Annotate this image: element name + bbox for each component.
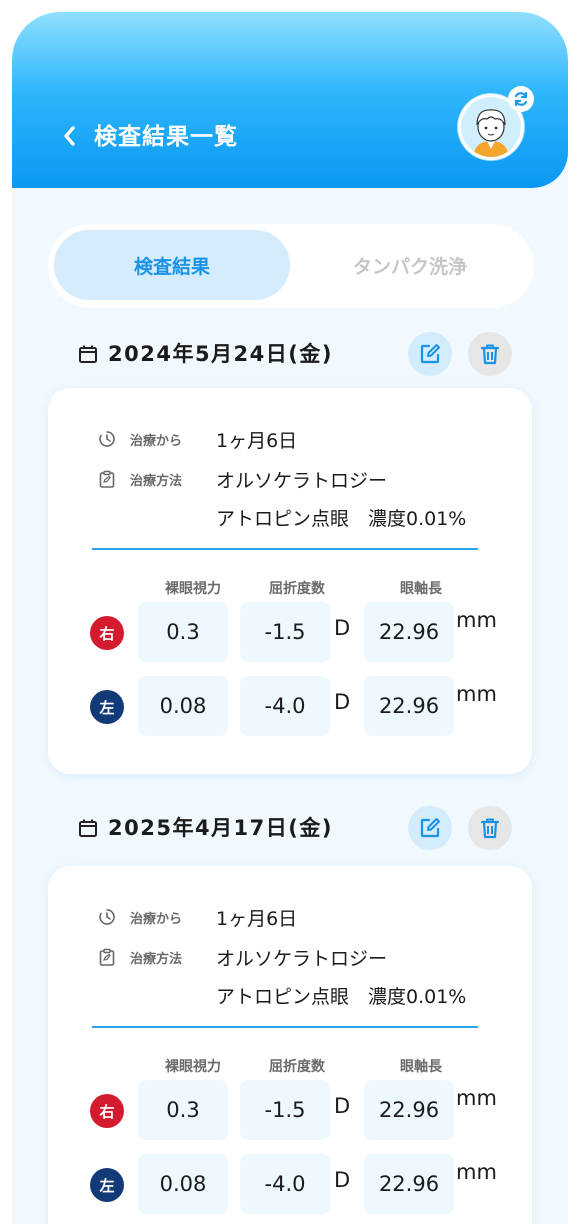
record-date-row: 2024年5月24日(金) [78, 332, 518, 376]
left-eye-badge: 左 [90, 690, 124, 724]
col-refraction: 屈折度数 [269, 581, 325, 597]
record-date: 2025年4月17日(金) [108, 816, 333, 840]
trash-icon [480, 344, 500, 365]
col-axial-length: 眼軸長 [400, 581, 442, 597]
axial-length-unit: mm [456, 608, 497, 632]
left-eye-row: 左 0.08 -4.0 D 22.96 mm [48, 676, 532, 736]
axial-length-unit: mm [456, 682, 497, 706]
left-refraction-value: -4.0 [240, 1154, 330, 1214]
divider [92, 1026, 478, 1028]
right-eye-row: 右 0.3 -1.5 D 22.96 mm [48, 602, 532, 662]
left-refraction-value: -4.0 [240, 676, 330, 736]
col-refraction: 屈折度数 [269, 1059, 325, 1075]
calendar-icon [79, 819, 97, 837]
record-card: 治療から 1ヶ月6日 治療方法 オルソケラトロジー アトロピン点眼 濃度0.01… [48, 866, 532, 1224]
refraction-unit: D [334, 690, 351, 714]
delete-button[interactable] [468, 806, 512, 850]
right-refraction-value: -1.5 [240, 1080, 330, 1140]
divider [92, 548, 478, 550]
treatment-method-label: 治療方法 [130, 474, 183, 489]
treatment-method-label: 治療方法 [130, 952, 183, 967]
left-eye-row: 左 0.08 -4.0 D 22.96 mm [48, 1154, 532, 1214]
right-refraction-value: -1.5 [240, 602, 330, 662]
refraction-unit: D [334, 1094, 351, 1118]
treatment-method-line2: アトロピン点眼 濃度0.01% [216, 508, 467, 530]
calendar-icon [79, 345, 97, 363]
treatment-method-line2: アトロピン点眼 濃度0.01% [216, 986, 467, 1008]
edit-button[interactable] [408, 332, 452, 376]
left-naked-eye-value: 0.08 [138, 1154, 228, 1214]
left-axial-length-value: 22.96 [364, 676, 454, 736]
refraction-unit: D [334, 616, 351, 640]
treatment-duration-label: 治療から [130, 912, 183, 927]
col-axial-length: 眼軸長 [400, 1059, 442, 1075]
treatment-method-line1: オルソケラトロジー [216, 470, 388, 492]
right-eye-badge: 右 [90, 616, 124, 650]
edit-button[interactable] [408, 806, 452, 850]
right-axial-length-value: 22.96 [364, 602, 454, 662]
treatment-duration-value: 1ヶ月6日 [216, 908, 298, 930]
timer-icon [99, 431, 115, 447]
refraction-unit: D [334, 1168, 351, 1192]
col-naked-eye: 裸眼視力 [165, 581, 221, 597]
header: 検査結果一覧 [12, 12, 568, 188]
record-card: 治療から 1ヶ月6日 治療方法 オルソケラトロジー アトロピン点眼 濃度0.01… [48, 388, 532, 774]
edit-icon [420, 818, 440, 838]
delete-button[interactable] [468, 332, 512, 376]
right-eye-badge: 右 [90, 1094, 124, 1128]
left-axial-length-value: 22.96 [364, 1154, 454, 1214]
right-eye-row: 右 0.3 -1.5 D 22.96 mm [48, 1080, 532, 1140]
treatment-method-line1: オルソケラトロジー [216, 948, 388, 970]
col-naked-eye: 裸眼視力 [165, 1059, 221, 1075]
switch-profile-button[interactable] [508, 86, 534, 112]
segment-tabs: 検査結果 タンパク洗浄 [48, 224, 534, 308]
treatment-duration-value: 1ヶ月6日 [216, 430, 298, 452]
axial-length-unit: mm [456, 1160, 497, 1184]
right-naked-eye-value: 0.3 [138, 1080, 228, 1140]
back-button[interactable] [58, 120, 80, 152]
page-title: 検査結果一覧 [94, 124, 238, 150]
treatment-duration-label: 治療から [130, 434, 183, 449]
tab-protein-cleaning[interactable]: タンパク洗浄 [292, 230, 528, 300]
edit-icon [420, 344, 440, 364]
tab-exam-results[interactable]: 検査結果 [54, 230, 290, 300]
left-naked-eye-value: 0.08 [138, 676, 228, 736]
axial-length-unit: mm [456, 1086, 497, 1110]
trash-icon [480, 818, 500, 839]
record-date-row: 2025年4月17日(金) [78, 806, 518, 850]
left-eye-badge: 左 [90, 1168, 124, 1202]
refresh-icon [514, 91, 528, 107]
clipboard-icon [99, 470, 115, 488]
right-axial-length-value: 22.96 [364, 1080, 454, 1140]
record-date: 2024年5月24日(金) [108, 342, 333, 366]
clipboard-icon [99, 948, 115, 966]
app-screen: 検査結果一覧 検査結果 タンパク洗浄 2024年5月24日(金) 治療から 1ヶ… [12, 12, 568, 1224]
right-naked-eye-value: 0.3 [138, 602, 228, 662]
timer-icon [99, 909, 115, 925]
back-chevron-icon [64, 126, 75, 146]
